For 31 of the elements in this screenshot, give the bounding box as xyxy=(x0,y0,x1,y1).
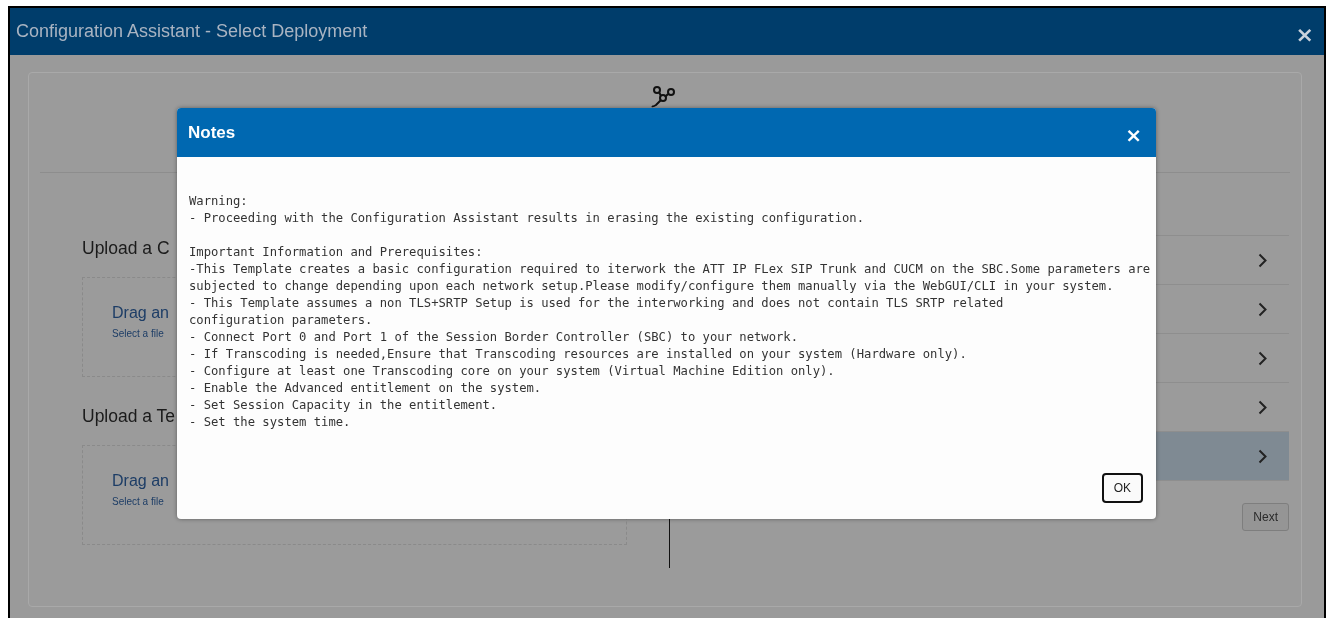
next-button[interactable]: Next xyxy=(1242,503,1289,531)
note-line: configuration parameters. xyxy=(189,312,373,329)
network-icon xyxy=(651,85,677,109)
section-heading: Upload a C xyxy=(82,238,170,260)
note-line: - Proceeding with the Configuration Assistant results in erasing the existing configuration. xyxy=(189,210,865,227)
note-line: - If Transcoding is needed,Ensure that Transcoding resources are installed on your system (Hardware only). xyxy=(189,346,967,363)
drop-zone-hint: Select a file xyxy=(112,328,164,339)
note-line: Warning: xyxy=(189,193,248,210)
chevron-right-icon xyxy=(1258,448,1267,464)
note-line: subjected to change depending upon each network setup.Please modify/configure them manually via the WebGUI/CLI in your system. xyxy=(189,278,1114,295)
close-button[interactable]: × xyxy=(1293,22,1316,47)
note-line: - Set the system time. xyxy=(189,414,351,431)
dialog-title: Notes xyxy=(188,122,236,143)
note-line: - Connect Port 0 and Port 1 of the Session Border Controller (SBC) to your network. xyxy=(189,329,798,346)
chevron-right-icon xyxy=(1258,399,1267,415)
drop-zone-title: Drag an xyxy=(112,304,169,322)
note-line: - Enable the Advanced entitlement on the system. xyxy=(189,380,542,397)
chevron-right-icon xyxy=(1258,301,1267,317)
chevron-right-icon xyxy=(1258,252,1267,268)
note-line: -This Template creates a basic configuration required to iterwork the ATT IP FLex SIP Trunk and CUCM on the SBC.Some parameters are xyxy=(189,261,1151,278)
note-line: - Set Session Capacity in the entitlement. xyxy=(189,397,498,414)
chevron-right-icon xyxy=(1258,350,1267,366)
note-line: - This Template assumes a non TLS+SRTP Setup is used for the interworking and does not contain TLS SRTP related xyxy=(189,295,1004,312)
section-heading: Upload a Te xyxy=(82,406,176,428)
ok-button[interactable]: OK xyxy=(1101,473,1143,503)
close-button[interactable]: × xyxy=(1123,122,1144,147)
window-title: Configuration Assistant - Select Deployment xyxy=(16,21,368,42)
drop-zone-title: Drag an xyxy=(112,472,169,490)
note-line: Important Information and Prerequisites: xyxy=(189,244,483,261)
drop-zone-hint: Select a file xyxy=(112,496,164,507)
note-line: - Configure at least one Transcoding core on your system (Virtual Machine Edition only). xyxy=(189,363,835,380)
